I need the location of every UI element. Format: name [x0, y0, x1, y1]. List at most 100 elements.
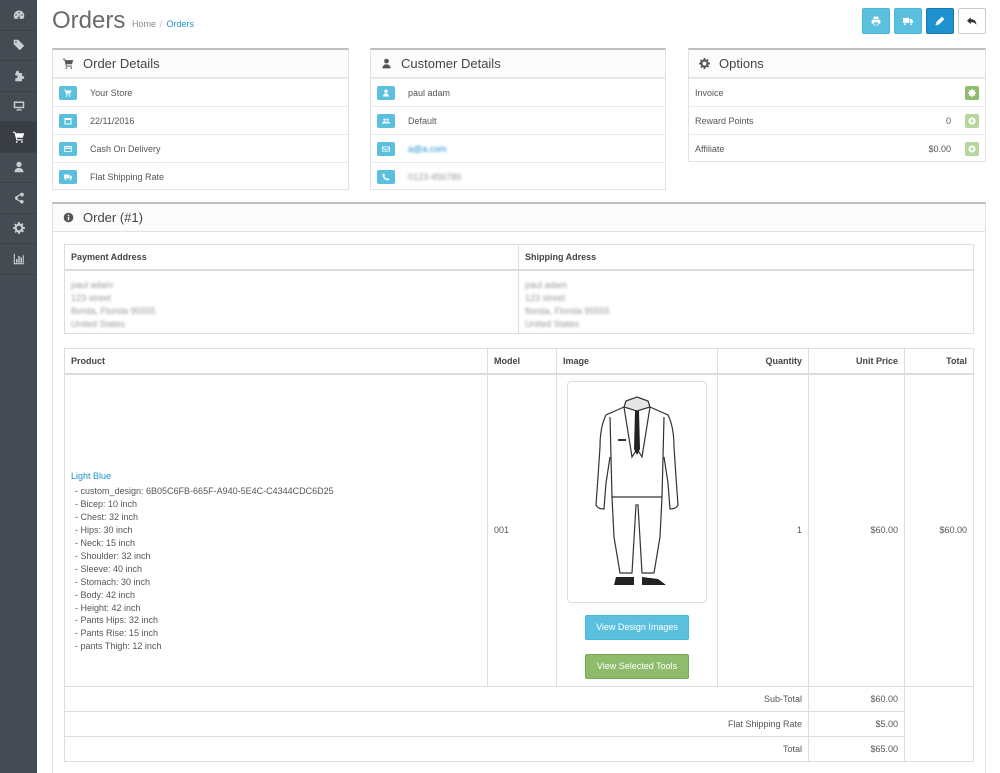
unit-price-cell: $60.00	[808, 373, 905, 687]
order-details-title: Order Details	[83, 56, 160, 71]
add-reward-button[interactable]	[965, 113, 979, 128]
phone-icon	[382, 173, 390, 180]
order-panel: Order (#1) Payment Address Shipping Adre…	[52, 202, 986, 773]
shipping-total-value: $5.00	[808, 711, 905, 737]
customer-email-link[interactable]: a@a.com	[408, 144, 447, 154]
pencil-icon	[935, 16, 945, 26]
edit-button[interactable]	[926, 8, 954, 34]
customer-details-title: Customer Details	[401, 56, 501, 71]
product-name-link[interactable]: Light Blue	[71, 471, 481, 481]
shipping-total-label: Flat Shipping Rate	[64, 711, 809, 737]
payment-address-line: United States	[71, 318, 126, 329]
sub-total-label: Sub-Total	[64, 686, 809, 712]
shipping-address-line: 123 street	[525, 292, 566, 303]
affiliate-value: $0.00	[928, 143, 951, 154]
customer-group-button[interactable]	[377, 113, 395, 128]
options-panel: Options Invoice Reward Points 0 Affiliat…	[688, 48, 986, 162]
tag-icon[interactable]	[0, 31, 37, 61]
print-icon	[871, 16, 881, 26]
user-icon	[382, 58, 391, 69]
breadcrumb-home[interactable]: Home	[132, 19, 156, 29]
product-image	[567, 380, 707, 603]
puzzle-icon[interactable]	[0, 61, 37, 92]
model-cell: 001	[487, 373, 557, 687]
user-icon[interactable]	[0, 153, 37, 183]
total-cell: $60.00	[904, 373, 974, 687]
payment-method-button[interactable]	[59, 141, 77, 156]
quantity-cell: 1	[717, 373, 809, 687]
product-option-item: - Neck: 15 inch	[75, 537, 136, 548]
email-button[interactable]	[377, 141, 395, 156]
phone-button[interactable]	[377, 169, 395, 184]
shipping-method-row: Flat Shipping Rate	[53, 162, 348, 190]
customer-button[interactable]	[377, 85, 395, 100]
users-icon	[382, 118, 390, 123]
plus-circle-icon	[968, 145, 976, 152]
shipping-address: paul adam 123 street florida, Florida 95…	[518, 269, 974, 334]
payment-address-line: florida, Florida 95555	[71, 305, 156, 316]
reward-points-row: Reward Points 0	[689, 106, 985, 134]
product-option-item: - Pants Hips: 32 inch	[75, 615, 159, 626]
shipping-method: Flat Shipping Rate	[90, 171, 165, 182]
shipping-total-row: Flat Shipping Rate $5.00	[64, 711, 974, 737]
store-row: Your Store	[53, 78, 348, 106]
totals-spacer	[904, 686, 974, 762]
payment-method: Cash On Delivery	[90, 143, 161, 154]
product-option-item: - Stomach: 30 inch	[75, 576, 151, 587]
generate-invoice-button[interactable]	[965, 85, 979, 100]
print-invoice-button[interactable]	[862, 8, 890, 34]
product-option-item: - Hips: 30 inch	[75, 525, 133, 536]
view-design-images-button[interactable]: View Design Images	[585, 614, 689, 640]
payment-address-heading: Payment Address	[64, 244, 519, 271]
product-option-item: - Pants Rise: 15 inch	[75, 628, 159, 639]
payment-address-line: 123 street	[71, 292, 112, 303]
add-commission-button[interactable]	[965, 141, 979, 156]
customer-email-row: a@a.com	[371, 134, 665, 162]
header-actions	[862, 8, 986, 34]
product-option-item: - Height: 42 inch	[75, 602, 141, 613]
share-icon[interactable]	[0, 183, 37, 214]
order-heading: Order (#1)	[53, 204, 985, 232]
date-button[interactable]	[59, 113, 77, 128]
store-link[interactable]: Your Store	[90, 88, 132, 98]
product-option-item: - Sleeve: 40 inch	[75, 563, 143, 574]
desktop-icon[interactable]	[0, 92, 37, 122]
back-button[interactable]	[958, 8, 986, 34]
view-selected-tools-button[interactable]: View Selected Tools	[585, 653, 689, 679]
column-header: Product	[64, 348, 488, 375]
customer-group-row: Default	[371, 106, 665, 134]
print-shipping-button[interactable]	[894, 8, 922, 34]
order-title: Order (#1)	[83, 210, 143, 225]
invoice-label: Invoice	[695, 87, 724, 98]
shipping-method-button[interactable]	[59, 169, 77, 184]
bar-chart-icon[interactable]	[0, 244, 37, 275]
cart-icon[interactable]	[0, 122, 37, 153]
gear-icon	[699, 58, 710, 69]
options-title: Options	[719, 56, 764, 71]
product-option-item: - pants Thigh: 12 inch	[75, 641, 162, 652]
customer-phone: 0123-456789	[408, 171, 462, 182]
product-option-item: - Bicep: 10 inch	[75, 499, 138, 510]
address-table: Payment Address Shipping Adress paul ada…	[64, 244, 974, 334]
affiliate-row: Affiliate $0.00	[689, 134, 985, 162]
invoice-row: Invoice	[689, 78, 985, 106]
breadcrumb-orders[interactable]: Orders	[167, 19, 195, 29]
sub-total-value: $60.00	[808, 686, 905, 712]
truck-icon	[903, 17, 913, 26]
product-table: Product Model Image Quantity Unit Price …	[64, 348, 974, 762]
gear-icon[interactable]	[0, 214, 37, 244]
customer-name-link[interactable]: paul adam	[408, 88, 450, 98]
page-header: Orders Home / Orders	[52, 6, 986, 38]
dashboard-icon[interactable]	[0, 0, 37, 31]
customer-name-row: paul adam	[371, 78, 665, 106]
column-header: Quantity	[717, 348, 809, 375]
date-row: 22/11/2016	[53, 106, 348, 134]
suit-image	[595, 396, 679, 585]
grand-total-row: Total $65.00	[64, 736, 974, 762]
product-option-item: - Body: 42 inch	[75, 589, 136, 600]
store-button[interactable]	[59, 85, 77, 100]
column-header: Model	[487, 348, 557, 375]
column-header: Image	[556, 348, 718, 375]
order-details-panel: Order Details Your Store 22/11/2016 Cash…	[52, 48, 349, 190]
product-option-item: - Chest: 32 inch	[75, 512, 139, 523]
